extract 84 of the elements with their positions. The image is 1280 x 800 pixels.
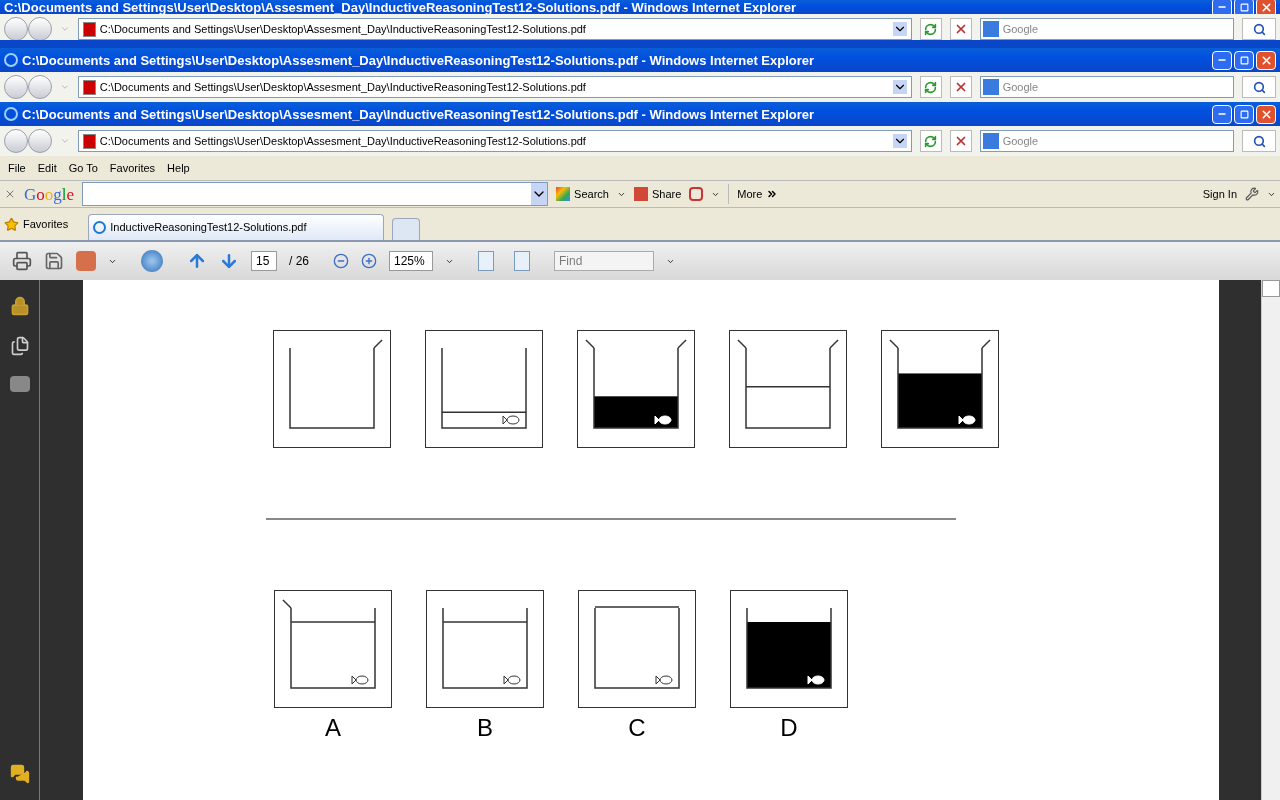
google-search-field[interactable] bbox=[82, 182, 549, 206]
window-title: C:\Documents and Settings\User\Desktop\Assesment_Day\InductiveReasoningTest12-Solutions.pdf - Windows Internet Explorer bbox=[4, 0, 798, 14]
google-search-button[interactable]: Search bbox=[556, 185, 609, 203]
restore-icon bbox=[1239, 2, 1249, 12]
option-label: D bbox=[780, 716, 798, 740]
print-icon[interactable] bbox=[12, 251, 32, 271]
zoom-field[interactable]: 125% bbox=[389, 251, 433, 271]
option-label: A bbox=[325, 716, 341, 740]
share-button[interactable]: Share bbox=[633, 185, 682, 203]
search-button[interactable] bbox=[1242, 130, 1276, 152]
wrench-icon[interactable] bbox=[1245, 187, 1259, 201]
chevrons-icon bbox=[766, 188, 779, 200]
search-icon bbox=[1252, 22, 1266, 36]
restore-button[interactable] bbox=[1234, 0, 1254, 14]
option-label: B bbox=[477, 716, 493, 740]
close-button[interactable] bbox=[1256, 104, 1276, 124]
address-text: C:\Documents and Settings\User\Desktop\Assesment_Day\InductiveReasoningTest12-Solutions.pdf bbox=[99, 79, 587, 95]
menu-item[interactable]: Favorites bbox=[105, 159, 160, 177]
browser-tab[interactable]: InductiveReasoningTest12-Solutions.pdf bbox=[88, 214, 385, 240]
window-title: C:\Documents and Settings\User\Desktop\Assesment_Day\InductiveReasoningTest12-Solutions.pdf - Windows Internet Explorer bbox=[22, 107, 816, 121]
dropdown-caret-icon[interactable] bbox=[892, 22, 907, 36]
search-button[interactable] bbox=[1242, 76, 1276, 98]
lock-icon[interactable] bbox=[9, 296, 30, 316]
minimize-button[interactable] bbox=[1212, 50, 1232, 70]
close-icon bbox=[1259, 53, 1273, 67]
search-icon bbox=[1252, 134, 1266, 148]
restore-icon bbox=[1239, 109, 1249, 119]
search-icon bbox=[1252, 80, 1266, 94]
close-toolbar-icon[interactable] bbox=[4, 188, 16, 200]
option-label: C bbox=[628, 716, 646, 740]
refresh-button[interactable] bbox=[919, 130, 942, 152]
save-icon[interactable] bbox=[44, 251, 64, 271]
dropdown-caret-icon[interactable] bbox=[892, 134, 907, 148]
search-button[interactable] bbox=[1242, 18, 1276, 40]
zoom-out-icon[interactable] bbox=[333, 253, 349, 269]
scroll-up-button[interactable] bbox=[1262, 280, 1280, 297]
address-text: C:\Documents and Settings\User\Desktop\Assesment_Day\InductiveReasoningTest12-Solutions.pdf bbox=[99, 133, 587, 149]
close-button[interactable] bbox=[1256, 0, 1276, 14]
more-button[interactable]: More bbox=[737, 185, 779, 203]
stop-button[interactable] bbox=[949, 76, 972, 98]
pages-icon[interactable] bbox=[9, 336, 30, 356]
refresh-icon bbox=[924, 22, 938, 36]
page-number-field[interactable]: 15 bbox=[251, 251, 277, 271]
google-logo: Google bbox=[24, 185, 75, 203]
window-title: C:\Documents and Settings\User\Desktop\Assesment_Day\InductiveReasoningTest12-Solutions.pdf - Windows Internet Explorer bbox=[22, 53, 816, 67]
comments-icon[interactable] bbox=[9, 764, 30, 784]
refresh-button[interactable] bbox=[919, 18, 942, 40]
stop-button[interactable] bbox=[949, 18, 972, 40]
menu-item[interactable]: Help bbox=[163, 159, 194, 177]
search-field[interactable]: Google bbox=[979, 18, 1235, 40]
scrollbar[interactable] bbox=[1261, 280, 1280, 800]
minimize-button[interactable] bbox=[1212, 104, 1232, 124]
restore-icon bbox=[1239, 55, 1249, 65]
refresh-button[interactable] bbox=[919, 76, 942, 98]
menu-item[interactable]: Go To bbox=[64, 159, 102, 177]
web-search-input[interactable]: Google bbox=[1002, 132, 1232, 150]
find-field[interactable]: Find bbox=[554, 251, 654, 271]
restore-button[interactable] bbox=[1234, 50, 1254, 70]
close-icon bbox=[1259, 107, 1273, 121]
menu-item[interactable]: File bbox=[4, 159, 30, 177]
address-text: C:\Documents and Settings\User\Desktop\Assesment_Day\InductiveReasoningTest12-Solutions.pdf bbox=[99, 21, 587, 37]
zoom-in-icon[interactable] bbox=[361, 253, 377, 269]
refresh-icon bbox=[924, 134, 938, 148]
refresh-icon bbox=[924, 80, 938, 94]
address-field[interactable]: C:\Documents and Settings\User\Desktop\Assesment_Day\InductiveReasoningTest12-Solutions.pdf bbox=[77, 76, 912, 98]
previous-page-icon[interactable] bbox=[187, 251, 207, 271]
close-button[interactable] bbox=[1256, 50, 1276, 70]
restore-button[interactable] bbox=[1234, 104, 1254, 124]
favorites-button[interactable]: Favorites bbox=[4, 215, 69, 233]
address-field[interactable]: C:\Documents and Settings\User\Desktop\Assesment_Day\InductiveReasoningTest12-Solutions.pdf bbox=[77, 130, 912, 152]
sign-in-link[interactable]: Sign In bbox=[1202, 185, 1237, 203]
dropdown-caret-icon[interactable] bbox=[892, 80, 907, 94]
menu-item[interactable]: Edit bbox=[33, 159, 61, 177]
search-field[interactable]: Google bbox=[979, 76, 1235, 98]
address-field[interactable]: C:\Documents and Settings\User\Desktop\Assesment_Day\InductiveReasoningTest12-Solutions.pdf bbox=[77, 18, 912, 40]
page-count: / 26 bbox=[289, 253, 309, 270]
web-search-input[interactable]: Google bbox=[1002, 78, 1232, 96]
close-icon bbox=[1259, 0, 1273, 14]
stop-button[interactable] bbox=[949, 130, 972, 152]
search-field[interactable]: Google bbox=[979, 130, 1235, 152]
star-icon bbox=[4, 216, 19, 232]
minimize-button[interactable] bbox=[1212, 0, 1232, 14]
next-page-icon[interactable] bbox=[219, 251, 239, 271]
web-search-input[interactable]: Google bbox=[1002, 20, 1232, 38]
